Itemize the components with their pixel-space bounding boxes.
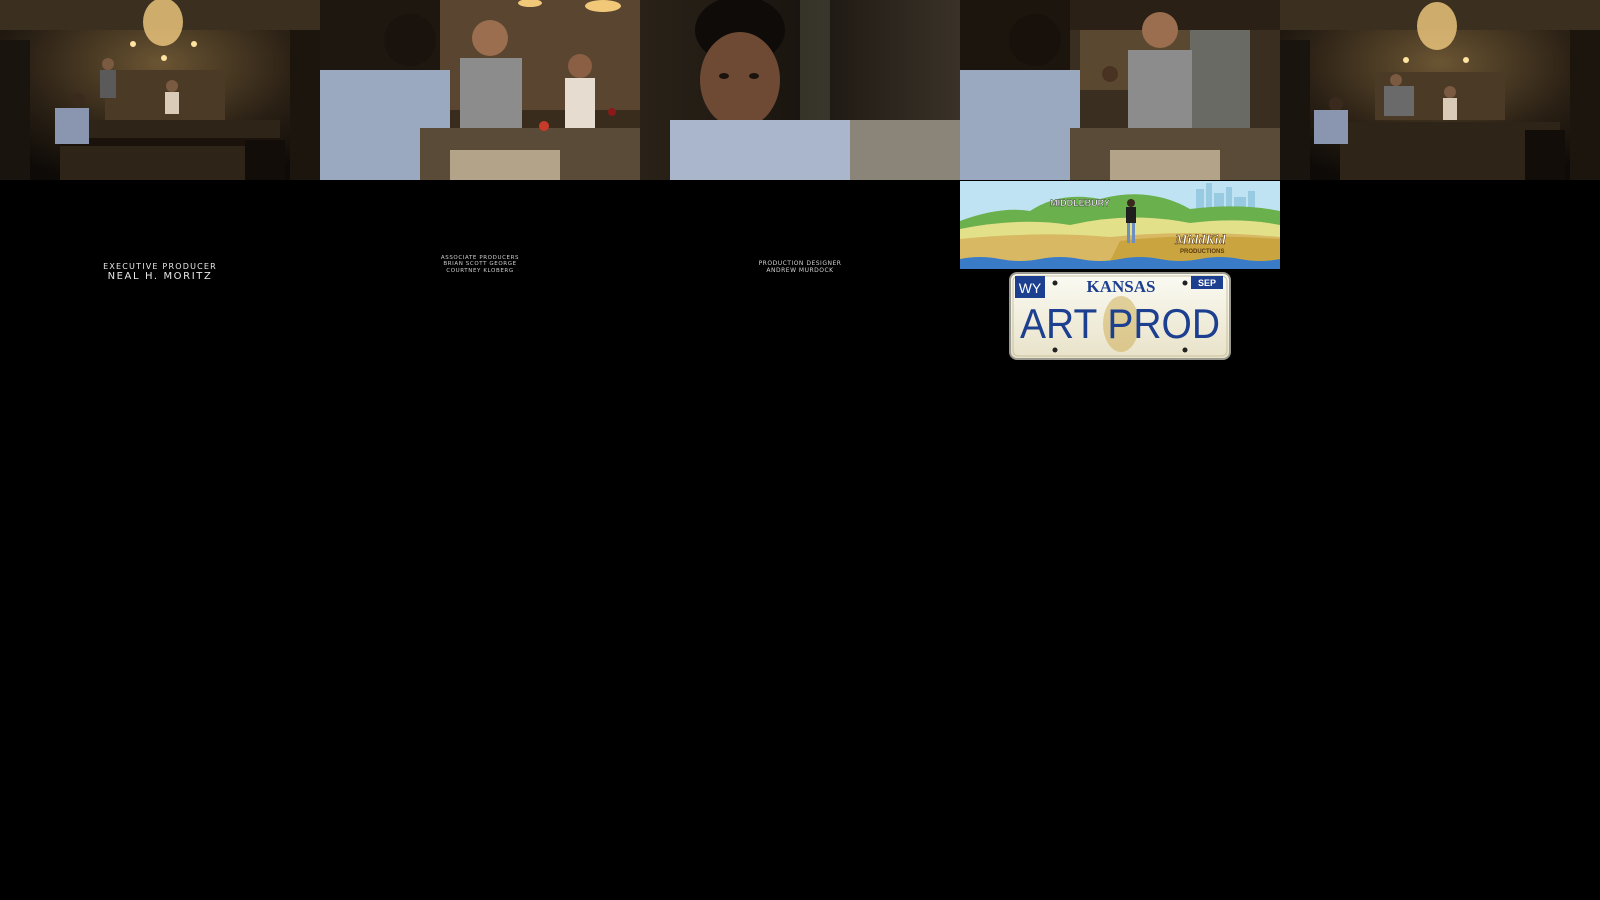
art-prod-license-plate-logo: WY KANSAS SEP ART PROD (1009, 272, 1231, 360)
plate-corner-left: WY (1019, 280, 1042, 296)
film-still-3-closeup (640, 0, 960, 180)
plate-text: ART PROD (1020, 300, 1220, 347)
film-still-5-kitchen-wide (1280, 0, 1600, 180)
logo-sub-text: PRODUCTIONS (1180, 249, 1224, 255)
film-still-4-kitchen-conversation (960, 0, 1280, 180)
credit-executive-producer: Executive Producer Neal H. Moritz (0, 262, 320, 283)
credit-name: Neal H. Moritz (107, 271, 213, 283)
credit-name: Andrew Murdock (766, 266, 834, 274)
plate-corner-right: SEP (1198, 278, 1216, 288)
logo-brand-text: MiddKid (1174, 233, 1227, 248)
credit-role: Executive Producer (103, 262, 217, 271)
credit-associate-producers: Associate Producers Brian Scott George C… (320, 255, 640, 274)
film-still-2-kitchen-conversation (320, 0, 640, 180)
film-still-1-kitchen-wide (0, 0, 320, 180)
credit-name: Courtney Kloberg (446, 267, 514, 274)
credit-production-designer: Production Designer Andrew Murdock (640, 260, 960, 275)
middkid-productions-logo: MIDDLEBURY MiddKid PRODUCTIONS (960, 181, 1280, 269)
plate-state: KANSAS (1087, 277, 1156, 296)
logo-sign-text: MIDDLEBURY (1050, 198, 1110, 208)
